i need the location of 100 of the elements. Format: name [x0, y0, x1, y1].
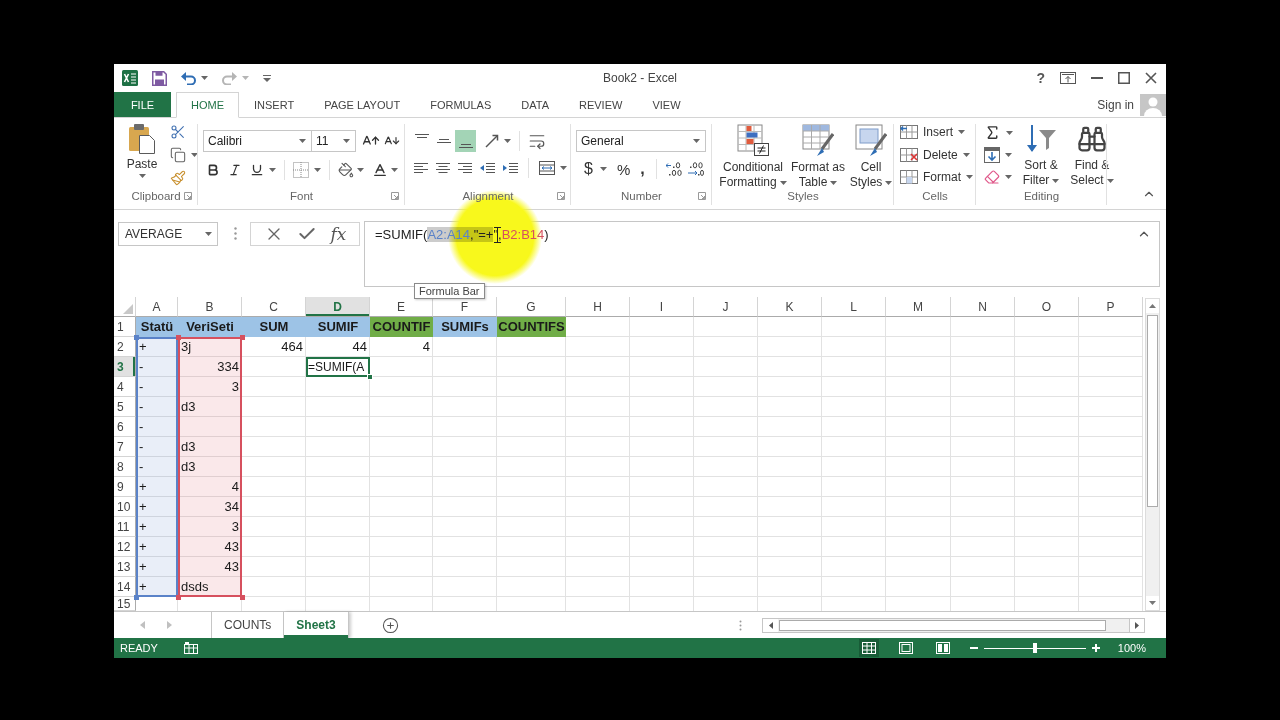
conditional-formatting-button[interactable]: Conditional Formatting — [716, 124, 790, 190]
scroll-right-icon[interactable] — [1135, 621, 1139, 629]
dialog-launcher-icon[interactable] — [391, 192, 399, 200]
align-left-icon[interactable] — [414, 163, 428, 173]
dialog-launcher-icon[interactable] — [184, 192, 192, 200]
range-handle-icon[interactable] — [176, 335, 181, 340]
currency-button[interactable]: $ — [582, 161, 595, 177]
name-box[interactable]: AVERAGE — [118, 222, 218, 246]
table-cell[interactable]: =SUMIF(A — [306, 357, 370, 377]
align-center-icon[interactable] — [436, 163, 450, 173]
caret-icon[interactable] — [269, 168, 276, 172]
column-header[interactable]: C — [242, 297, 306, 317]
row-header[interactable]: 12 — [114, 537, 136, 557]
row-header[interactable]: 3 — [114, 357, 136, 377]
row-header[interactable]: 6 — [114, 417, 136, 437]
row-header[interactable]: 10 — [114, 497, 136, 517]
caret-icon[interactable] — [1052, 178, 1060, 183]
percent-button[interactable]: % — [614, 161, 633, 177]
caret-icon[interactable] — [391, 168, 398, 172]
row-header[interactable]: 13 — [114, 557, 136, 577]
align-right-icon[interactable] — [458, 163, 472, 173]
range-handle-icon[interactable] — [176, 595, 181, 600]
sort-filter-icon[interactable] — [1026, 124, 1056, 154]
binoculars-icon[interactable] — [1077, 124, 1107, 154]
zoom-level[interactable]: 100% — [1117, 642, 1146, 654]
scroll-left-icon[interactable] — [768, 621, 773, 629]
paint-bucket-icon[interactable] — [338, 162, 354, 178]
add-sheet-icon[interactable] — [381, 616, 399, 634]
caret-icon[interactable] — [191, 153, 198, 157]
caret-icon[interactable] — [1106, 178, 1114, 183]
format-button[interactable]: Format — [900, 167, 976, 187]
caret-icon[interactable] — [1005, 175, 1012, 179]
row-header[interactable]: 2 — [114, 337, 136, 357]
range-handle-icon[interactable] — [134, 595, 139, 600]
range-handle-icon[interactable] — [240, 595, 245, 600]
row-header[interactable]: 11 — [114, 517, 136, 537]
column-header[interactable]: F — [433, 297, 497, 317]
row-header[interactable]: 8 — [114, 457, 136, 477]
format-table-icon[interactable] — [802, 124, 834, 156]
column-header[interactable]: P — [1079, 297, 1143, 317]
comma-style-button[interactable]: , — [638, 161, 647, 177]
underline-icon[interactable] — [250, 163, 264, 177]
delete-cells-icon[interactable] — [900, 147, 918, 162]
paintbrush-icon[interactable] — [170, 170, 186, 186]
column-header[interactable]: J — [694, 297, 758, 317]
decrease-decimal-icon[interactable] — [687, 162, 704, 176]
clipboard-icon[interactable] — [128, 124, 156, 154]
column-header[interactable]: N — [951, 297, 1015, 317]
column-header[interactable]: M — [886, 297, 951, 317]
range-handle-icon[interactable] — [240, 335, 245, 340]
caret-icon[interactable] — [1006, 130, 1013, 135]
column-header[interactable]: A — [136, 297, 178, 317]
caret-icon[interactable] — [343, 139, 350, 143]
undo-icon[interactable] — [181, 71, 196, 85]
row-header[interactable]: 7 — [114, 437, 136, 457]
scissors-icon[interactable] — [170, 124, 186, 140]
scroll-down-icon[interactable] — [1149, 601, 1156, 605]
dialog-launcher-icon[interactable] — [557, 192, 565, 200]
row-header[interactable]: 14 — [114, 577, 136, 597]
grip-dots-icon[interactable] — [234, 227, 237, 240]
caret-icon[interactable] — [138, 174, 146, 178]
caret-icon[interactable] — [504, 139, 511, 143]
caret-icon[interactable] — [560, 166, 567, 170]
help-button[interactable]: ? — [1036, 71, 1045, 85]
customize-toolbar-icon[interactable] — [263, 74, 271, 82]
cell-styles-icon[interactable] — [855, 124, 887, 156]
caret-icon[interactable] — [830, 180, 838, 185]
column-header[interactable]: L — [822, 297, 886, 317]
paste-button[interactable]: Paste — [124, 118, 160, 187]
increase-decimal-icon[interactable] — [665, 162, 682, 176]
bold-icon[interactable] — [206, 163, 220, 177]
wrap-text-icon[interactable] — [528, 132, 546, 150]
cell-styles-button[interactable]: Cell Styles — [846, 124, 896, 190]
ribbon-tab[interactable]: HOME — [176, 92, 239, 118]
zoom-in-icon[interactable] — [1091, 644, 1100, 652]
column-header[interactable]: B — [178, 297, 242, 317]
caret-icon[interactable] — [885, 180, 893, 185]
align-top-icon[interactable] — [414, 134, 429, 138]
caret-icon[interactable] — [962, 152, 970, 157]
row-header[interactable]: 5 — [114, 397, 136, 417]
delete-button[interactable]: Delete — [900, 144, 976, 165]
insert-button[interactable]: Insert — [900, 122, 976, 142]
down-arrow-box-icon[interactable] — [984, 147, 1000, 163]
row-header[interactable]: 4 — [114, 377, 136, 397]
caret-icon[interactable] — [205, 232, 212, 236]
conditional-formatting-icon[interactable] — [737, 124, 769, 156]
eraser-icon[interactable] — [984, 169, 1000, 185]
fill-handle-icon[interactable] — [367, 374, 373, 380]
copy-icon[interactable] — [170, 147, 186, 163]
dialog-launcher-icon[interactable] — [698, 192, 706, 200]
scrollbar-thumb[interactable] — [1147, 315, 1158, 507]
insert-cells-icon[interactable] — [900, 124, 918, 139]
caret-icon[interactable] — [357, 168, 364, 172]
font-name-field[interactable]: Calibri — [203, 130, 312, 152]
ribbon-tab[interactable]: FILE — [114, 92, 171, 117]
increase-indent-icon[interactable] — [503, 163, 518, 173]
decrease-indent-icon[interactable] — [480, 163, 495, 173]
number-format-field[interactable]: General — [576, 130, 706, 152]
close-icon[interactable] — [1145, 72, 1157, 84]
caret-icon[interactable] — [314, 168, 321, 172]
